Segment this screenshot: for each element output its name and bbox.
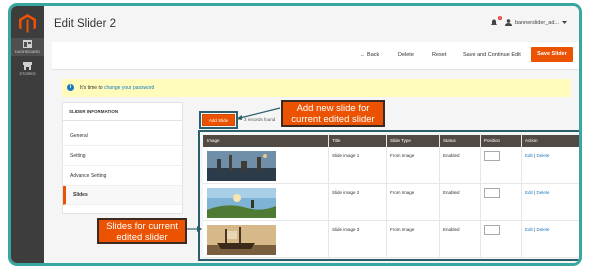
nav-stores[interactable]: STORES [11,60,44,78]
slides-grid: Image Title Slide Type Status Position A… [203,135,579,258]
slide-thumbnail [207,188,276,218]
nav-stores-label: STORES [19,71,36,76]
table-row: Slide image 3 From Image Enabled Edit | … [203,221,579,258]
nav-dashboard[interactable]: DASHBOARD [11,38,44,56]
save-slider-button[interactable]: Save Slider [531,47,573,62]
cell-actions: Edit | Delete [525,227,549,232]
cell-title: Slide image 3 [332,227,360,232]
cell-status: Enabled [443,227,460,232]
position-input[interactable] [484,188,500,198]
main-content: Edit Slider 2 3 bannerslider_ad... ← Bac… [44,6,579,263]
cell-status: Enabled [443,190,460,195]
callout-arrow-add [236,107,281,120]
save-continue-button[interactable]: Save and Continue Edit [463,52,521,58]
nav-dashboard-label: DASHBOARD [14,49,41,54]
delete-link[interactable]: Delete [536,227,549,232]
tab-setting[interactable]: Setting [63,147,182,166]
column-divider [386,135,387,257]
column-header-action: Action [525,138,538,143]
column-divider [439,135,440,257]
magento-logo-icon[interactable] [19,14,36,33]
dashboard-icon [23,40,32,48]
arrow-left-icon: ← [360,52,366,58]
notifications-button[interactable]: 3 [490,16,502,26]
page-title: Edit Slider 2 [54,18,117,30]
slide-thumbnail [207,151,276,181]
column-header-position[interactable]: Position [484,138,500,143]
slider-information-panel: SLIDER INFORMATION General Setting Advan… [62,102,183,214]
position-input[interactable] [484,151,500,161]
cell-slide-type: From Image [390,227,415,232]
table-row: Slide image 1 From Image Enabled Edit | … [203,147,579,184]
callout-arrow-slides [187,226,202,232]
edit-link[interactable]: Edit [525,153,533,158]
column-header-slide-type[interactable]: Slide Type [390,138,411,143]
delete-link[interactable]: Delete [536,153,549,158]
user-icon [504,19,512,26]
grid-header: Image Title Slide Type Status Position A… [203,135,579,147]
cell-title: Slide image 1 [332,153,360,158]
edit-link[interactable]: Edit [525,227,533,232]
position-input[interactable] [484,225,500,235]
cell-slide-type: From Image [390,153,415,158]
user-menu[interactable]: bannerslider_ad... [515,20,559,26]
chevron-down-icon[interactable] [562,20,567,25]
delete-button[interactable]: Delete [398,52,414,58]
callout-add-new-slide: Add new slide for current edited slider [281,100,385,127]
cell-actions: Edit | Delete [525,153,549,158]
tab-general[interactable]: General [63,127,182,146]
store-icon [23,62,32,70]
edit-link[interactable]: Edit [525,190,533,195]
admin-sidebar: DASHBOARD STORES [11,6,44,263]
app-window: DASHBOARD STORES Edit Slider 2 3 banners… [8,3,582,266]
slider-information-heading: SLIDER INFORMATION [63,103,182,121]
notification-count-badge: 3 [498,16,502,20]
cell-slide-type: From Image [390,190,415,195]
add-slide-button[interactable]: Add Slide [202,114,235,126]
tab-advance-setting[interactable]: Advance Setting [63,167,182,186]
notice-text: It's time to [80,85,103,91]
tab-slides[interactable]: Slides [63,186,182,205]
column-divider [328,135,329,257]
cell-actions: Edit | Delete [525,190,549,195]
info-icon: i [67,84,74,91]
page-actions-toolbar: ← Back Delete Reset Save and Continue Ed… [52,42,579,70]
callout-slides: Slides for current edited slider [97,218,187,244]
column-divider [480,135,481,257]
back-button-label: Back [367,52,380,58]
cell-title: Slide image 2 [332,190,360,195]
password-notice: i It's time to change your password [62,79,571,97]
user-area: 3 bannerslider_ad... [490,16,567,26]
column-divider [521,135,522,257]
cell-status: Enabled [443,153,460,158]
table-row: Slide image 2 From Image Enabled Edit | … [203,184,579,221]
slide-thumbnail [207,225,276,255]
change-password-link[interactable]: change your password [104,85,154,91]
bell-icon [490,19,497,25]
delete-link[interactable]: Delete [536,190,549,195]
reset-button[interactable]: Reset [432,52,446,58]
column-header-image[interactable]: Image [207,138,220,143]
column-header-status[interactable]: Status [443,138,456,143]
back-button[interactable]: ← Back [360,52,379,58]
column-header-title[interactable]: Title [332,138,340,143]
